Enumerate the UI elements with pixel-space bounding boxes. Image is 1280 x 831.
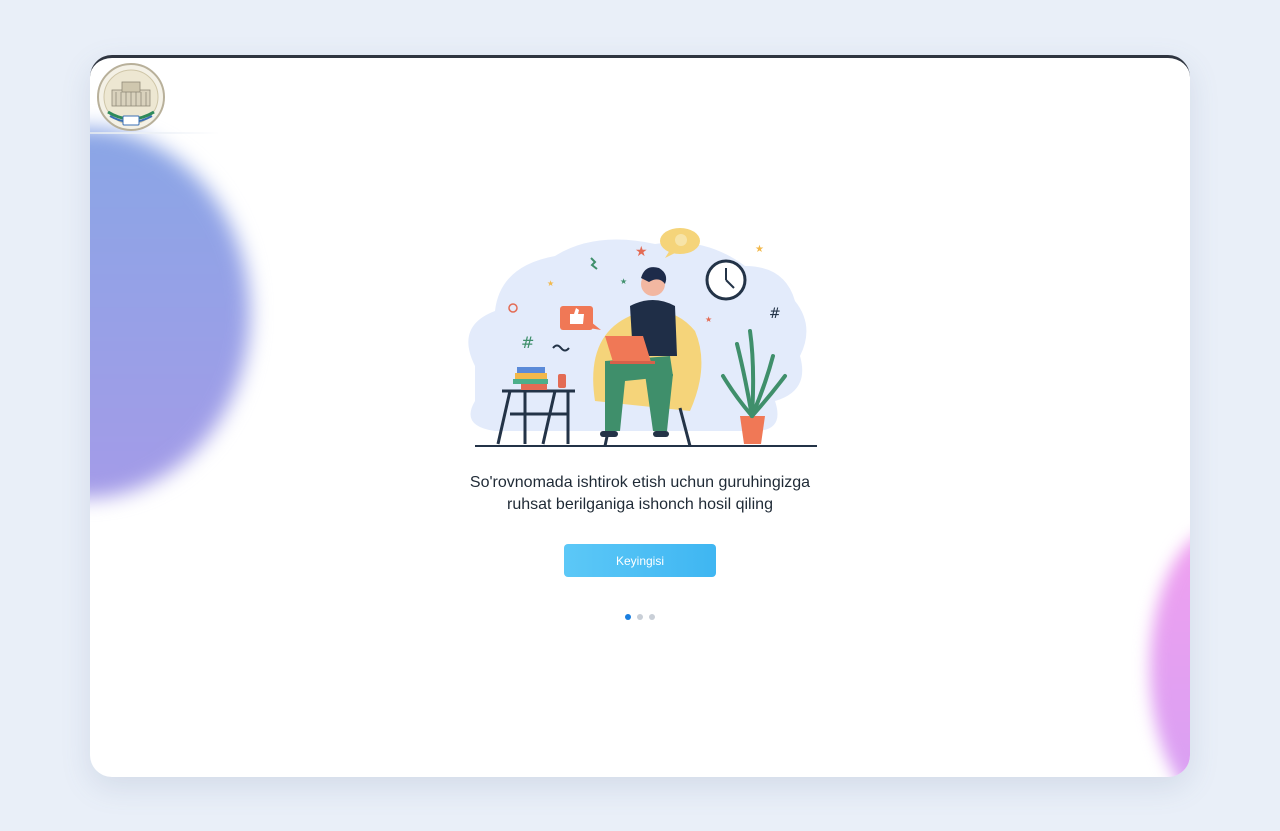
svg-text:★: ★ bbox=[547, 279, 554, 288]
svg-text:#: # bbox=[521, 333, 534, 352]
decorative-blob-left bbox=[90, 128, 250, 498]
svg-text:#: # bbox=[769, 306, 781, 322]
step-indicator bbox=[623, 613, 657, 621]
step-dot-1[interactable] bbox=[625, 614, 631, 620]
university-emblem-icon bbox=[97, 63, 165, 131]
svg-text:★: ★ bbox=[620, 277, 627, 286]
onboarding-card: ★ ★ ★ ★ ★ # # So'rovnomada ishtirok etis… bbox=[90, 55, 1190, 777]
step-dot-3[interactable] bbox=[649, 614, 655, 620]
svg-text:★: ★ bbox=[705, 315, 712, 324]
next-button[interactable]: Keyingisi bbox=[564, 544, 716, 577]
message-line-1: So'rovnomada ishtirok etish uchun guruhi… bbox=[469, 474, 811, 491]
message-line-2: ruhsat berilganiga ishonch hosil qiling bbox=[507, 496, 773, 513]
remote-work-illustration: ★ ★ ★ ★ ★ # # bbox=[468, 228, 817, 447]
header-divider bbox=[90, 132, 220, 134]
step-dot-2[interactable] bbox=[637, 614, 643, 620]
onboarding-message: So'rovnomada ishtirok etish uchun guruhi… bbox=[440, 472, 840, 516]
svg-text:★: ★ bbox=[635, 244, 648, 260]
decorative-blob-right bbox=[1150, 528, 1190, 777]
svg-text:★: ★ bbox=[755, 244, 764, 255]
